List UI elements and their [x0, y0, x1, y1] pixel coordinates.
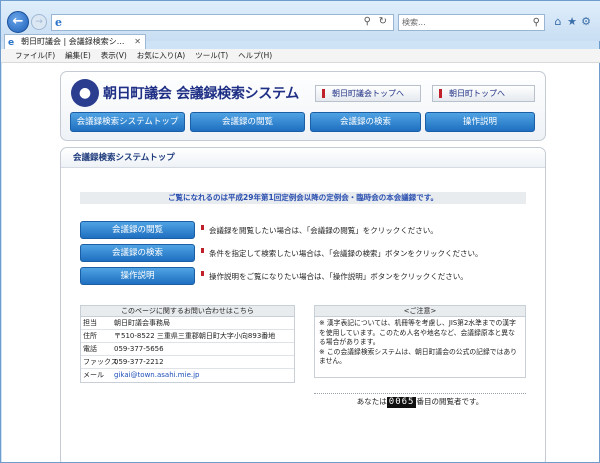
help-description: 操作説明をご覧になりたい場合は、「操作説明」ボタンをクリックください。 — [201, 271, 468, 282]
town-logo-icon: ● — [71, 79, 99, 107]
red-bar-icon — [322, 89, 325, 98]
search-icon[interactable]: ⚲ — [364, 16, 371, 27]
town-top-link[interactable]: 朝日町トップへ — [432, 85, 535, 102]
site-header: ● 朝日町議会 会議録検索システム 朝日町議会トップへ 朝日町トップへ 会議録検… — [60, 71, 546, 141]
search-button[interactable]: 会議録の検索 — [80, 244, 195, 262]
back-button[interactable]: ← — [7, 11, 29, 33]
visitor-count: 0065 — [386, 397, 417, 408]
page-viewport: ● 朝日町議会 会議録検索システム 朝日町議会トップへ 朝日町トップへ 会議録検… — [2, 63, 599, 462]
caution-line: ※ 漢字表記については、机冊等を考慮し、JIS第2水準までの漢字を使用しています… — [319, 319, 516, 346]
visitor-suffix: 番目の閲覧者です。 — [416, 397, 484, 406]
toolbar-icons: ⌂ ★ ⚙ — [551, 14, 599, 31]
notice-bar: ご覧になれるのは平成29年第1回定例会以降の定例会・臨時会の本会議録です。 — [80, 192, 526, 204]
menu-file[interactable]: ファイル(F) — [1, 49, 60, 63]
browse-button[interactable]: 会議録の閲覧 — [80, 221, 195, 239]
contact-value: 059-377-2212 — [114, 358, 164, 366]
browse-description: 会議録を閲覧したい場合は、「会議録の閲覧」をクリックください。 — [201, 225, 438, 236]
forward-button[interactable]: → — [31, 14, 47, 30]
caution-heading: <ご注意> — [315, 306, 525, 317]
tab-strip: e 朝日町議会 | 会議録検索シ... ✕ — [1, 34, 600, 49]
menu-view[interactable]: 表示(V) — [96, 49, 132, 63]
main-panel: 会議録検索システムトップ ご覧になれるのは平成29年第1回定例会以降の定例会・臨… — [60, 147, 546, 462]
ie-icon: e — [55, 16, 62, 29]
page-title: 会議録検索システムトップ — [61, 148, 545, 168]
contact-table: このページに関するお問い合わせはこちら 担当 朝日町議会事務局 住所 〒510-85… — [80, 305, 295, 383]
search-description: 条件を指定して検索したい場合は、「会議録の検索」ボタンをクリックください。 — [201, 248, 483, 259]
council-top-link-label: 朝日町議会トップへ — [332, 89, 404, 98]
menu-help[interactable]: ヘルプ(H) — [233, 49, 277, 63]
tab-active[interactable]: e 朝日町議会 | 会議録検索シ... ✕ — [4, 34, 146, 49]
tab-title: 朝日町議会 | 会議録検索シ... — [21, 37, 125, 46]
table-row: メール gikai@town.asahi.mie.jp — [81, 369, 294, 382]
menu-edit[interactable]: 編集(E) — [60, 49, 96, 63]
caution-body: ※ 漢字表記については、机冊等を考慮し、JIS第2水準までの漢字を使用しています… — [315, 317, 525, 369]
table-row: ファックス059-377-2212 — [81, 356, 294, 369]
favorites-star-icon[interactable]: ★ — [565, 14, 579, 29]
search-placeholder: 検索... — [402, 18, 426, 27]
nav-system-top[interactable]: 会議録検索システムトップ — [70, 112, 185, 132]
contact-label: メール — [83, 371, 104, 379]
table-row: 担当 朝日町議会事務局 — [81, 317, 294, 330]
visitor-prefix: あなたは — [356, 397, 387, 406]
home-icon[interactable]: ⌂ — [551, 14, 565, 29]
town-top-link-label: 朝日町トップへ — [449, 89, 505, 98]
menu-tools[interactable]: ツール(T) — [190, 49, 233, 63]
browser-window: ← → e ⚲ ↻ 検索... ⚲ ⌂ ★ ⚙ e 朝日町議会 | 会議録検索シ..… — [0, 0, 600, 463]
contact-label: ファックス — [83, 358, 118, 366]
contact-heading: このページに関するお問い合わせはこちら — [81, 306, 294, 317]
menu-favorites[interactable]: お気に入り(A) — [132, 49, 190, 63]
ie-icon: e — [8, 38, 15, 48]
table-row: 住所 〒510-8522 三重県三重郡朝日町大字小向893番地 — [81, 330, 294, 343]
contact-value: 〒510-8522 三重県三重郡朝日町大字小向893番地 — [114, 332, 276, 340]
refresh-icon[interactable]: ↻ — [379, 16, 387, 27]
caution-box: <ご注意> ※ 漢字表記については、机冊等を考慮し、JIS第2水準までの漢字を使… — [314, 305, 526, 378]
email-link[interactable]: gikai@town.asahi.mie.jp — [114, 369, 199, 382]
council-top-link[interactable]: 朝日町議会トップへ — [315, 85, 421, 102]
contact-value: 朝日町議会事務局 — [114, 319, 170, 327]
menu-bar: ファイル(F) 編集(E) 表示(V) お気に入り(A) ツール(T) ヘルプ(H) — [1, 49, 600, 63]
table-row: 電話 059-377-5656 — [81, 343, 294, 356]
nav-help[interactable]: 操作説明 — [425, 112, 535, 132]
help-button[interactable]: 操作説明 — [80, 267, 195, 285]
search-icon[interactable]: ⚲ — [533, 15, 540, 30]
nav-browse[interactable]: 会議録の閲覧 — [190, 112, 305, 132]
contact-label: 担当 — [83, 319, 97, 327]
nav-search[interactable]: 会議録の検索 — [310, 112, 421, 132]
red-bar-icon — [439, 89, 442, 98]
visitor-counter: あなたは 0065 番目の閲覧者です。 — [314, 393, 526, 409]
close-icon[interactable]: ✕ — [134, 35, 141, 49]
site-title: 朝日町議会 会議録検索システム — [103, 86, 299, 102]
address-bar[interactable]: e ⚲ ↻ — [51, 14, 394, 31]
caution-line: ※ この会議録検索システムは、朝日町議会の公式の記録ではありません。 — [319, 347, 517, 366]
search-input[interactable]: 検索... ⚲ — [398, 14, 545, 31]
contact-value: 059-377-5656 — [114, 345, 164, 353]
contact-label: 電話 — [83, 345, 97, 353]
gear-icon[interactable]: ⚙ — [579, 14, 593, 29]
contact-label: 住所 — [83, 332, 97, 340]
